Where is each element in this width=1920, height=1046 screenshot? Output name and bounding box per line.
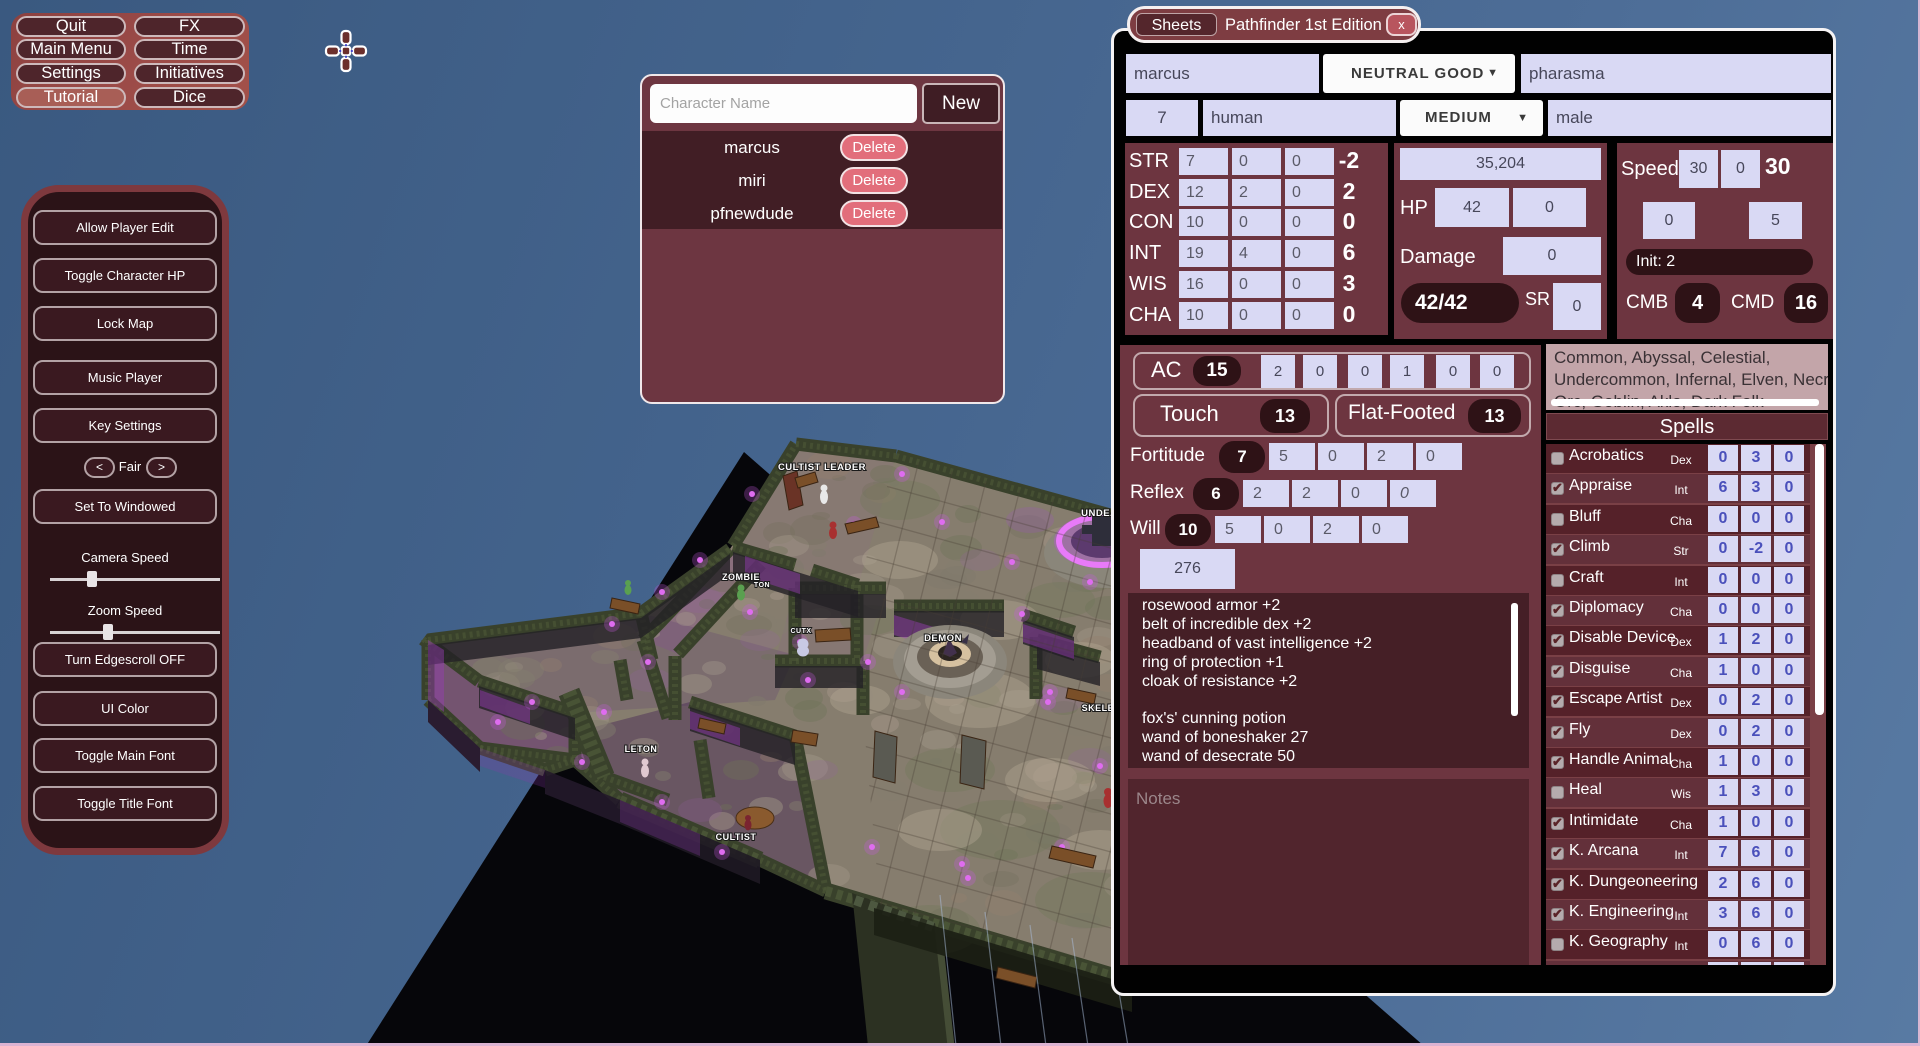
svg-text:CUTX: CUTX xyxy=(790,628,811,635)
svg-text:TON: TON xyxy=(754,582,770,589)
svg-text:DEMON: DEMON xyxy=(924,633,962,644)
svg-text:ZOMBIE: ZOMBIE xyxy=(722,572,760,582)
svg-text:CULTIST: CULTIST xyxy=(716,832,757,842)
svg-text:CULTIST LEADER: CULTIST LEADER xyxy=(778,462,866,473)
svg-text:LETON: LETON xyxy=(625,744,658,754)
